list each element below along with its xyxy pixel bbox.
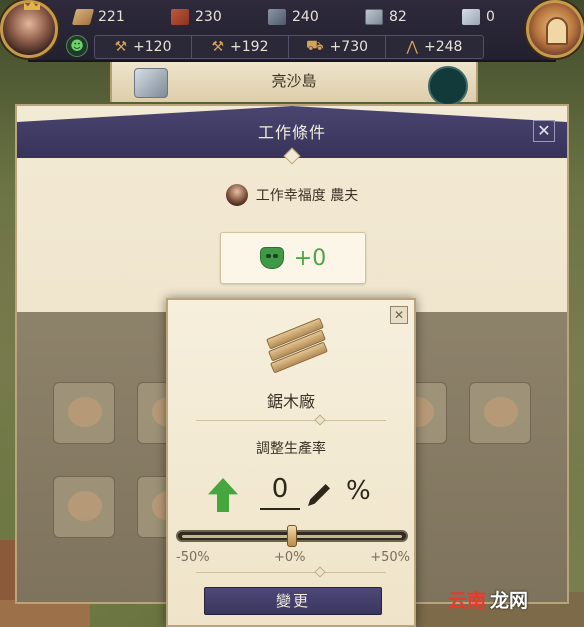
brick-icon xyxy=(171,9,189,25)
income-list: ⚒ +120 ⚒ +192 ⛟ +730 ⋀ +248 xyxy=(94,35,484,59)
slider-thumb[interactable] xyxy=(287,525,297,547)
resource-value: 230 xyxy=(195,9,222,25)
player-avatar[interactable] xyxy=(0,0,58,58)
production-rate-popup: ✕ 鋸木廠 調整生產率 0 % -50% +0% +50% 變更 xyxy=(166,298,416,627)
resource-wood[interactable]: 221 xyxy=(71,6,171,28)
background-building xyxy=(0,600,90,627)
glass-icon xyxy=(462,9,480,25)
happiness-label: 工作幸福度 農夫 xyxy=(255,188,359,204)
percent-sign: % xyxy=(346,476,371,506)
farmer-portrait-icon xyxy=(225,184,248,206)
window-icon xyxy=(365,9,383,25)
income-item[interactable]: ⋀ +248 xyxy=(386,36,483,58)
slider-max-label: +50% xyxy=(370,550,410,565)
compass-icon: ⋀ xyxy=(406,39,419,55)
compass-rose-icon[interactable] xyxy=(428,66,468,106)
income-item[interactable]: ⚒ +120 xyxy=(95,36,192,58)
resource-steel[interactable]: 240 xyxy=(268,6,365,28)
resource-value: 0 xyxy=(486,9,495,25)
building-slot[interactable] xyxy=(53,382,115,444)
rate-value-input[interactable]: 0 xyxy=(260,474,300,510)
building-slot[interactable] xyxy=(53,476,115,538)
watermark-part2: 龙网 xyxy=(490,590,529,612)
happiness-mask-icon[interactable]: ☻ xyxy=(66,35,88,57)
building-name: 鋸木廠 xyxy=(266,392,315,411)
resource-value: 221 xyxy=(98,9,125,25)
cart-icon: ⛟ xyxy=(305,38,324,54)
resource-brick[interactable]: 230 xyxy=(171,6,268,28)
happy-mask-icon xyxy=(259,247,284,269)
slider-mid-label: +0% xyxy=(274,550,306,565)
resource-value: 240 xyxy=(292,9,319,25)
income-item[interactable]: ⚒ +192 xyxy=(192,36,289,58)
income-value: +730 xyxy=(329,39,369,55)
island-name: 亮沙島 xyxy=(271,72,317,90)
happiness-score-box: +0 xyxy=(220,232,366,284)
increase-arrow-icon[interactable] xyxy=(208,478,238,512)
change-button[interactable]: 變更 xyxy=(204,587,382,615)
pen-icon[interactable] xyxy=(308,484,330,506)
resource-window[interactable]: 82 xyxy=(365,6,462,28)
income-item[interactable]: ⛟ +730 xyxy=(289,36,386,58)
dialog-title: 工作條件 xyxy=(257,123,326,142)
divider xyxy=(196,414,386,426)
resource-bar: 221 230 240 82 0 ☻ ⚒ +120 ⚒ +192 ⛟ +730 … xyxy=(28,0,556,62)
city-overview-button[interactable] xyxy=(526,0,584,58)
slider-labels: -50% +0% +50% xyxy=(176,550,410,566)
rate-slider[interactable] xyxy=(176,525,408,547)
hammer-icon: ⚒ xyxy=(211,39,225,55)
income-value: +192 xyxy=(230,39,269,55)
resource-list: 221 230 240 82 0 xyxy=(71,6,559,28)
rate-label: 調整生產率 xyxy=(256,441,326,457)
happiness-row: 工作幸福度 農夫 xyxy=(17,184,567,206)
close-button[interactable]: ✕ xyxy=(533,120,555,142)
close-button[interactable]: ✕ xyxy=(390,306,408,324)
watermark-part1: 云南 xyxy=(448,590,487,612)
income-value: +248 xyxy=(424,39,463,55)
slider-min-label: -50% xyxy=(176,550,210,565)
divider xyxy=(196,566,386,578)
planks-icon xyxy=(264,317,328,374)
wood-plank-icon xyxy=(71,9,95,25)
site-watermark: 云南 龙网 xyxy=(448,586,528,613)
happiness-value: +0 xyxy=(293,245,327,271)
hammer-icon: ⚒ xyxy=(114,39,128,55)
building-slot[interactable] xyxy=(469,382,531,444)
palace-icon xyxy=(546,17,568,45)
island-banner: 亮沙島 xyxy=(110,62,478,106)
steel-beam-icon xyxy=(268,9,286,25)
income-value: +120 xyxy=(133,39,172,55)
rate-input-row: 0 % xyxy=(204,474,384,514)
crown-icon xyxy=(24,1,40,10)
resource-value: 82 xyxy=(389,9,407,25)
